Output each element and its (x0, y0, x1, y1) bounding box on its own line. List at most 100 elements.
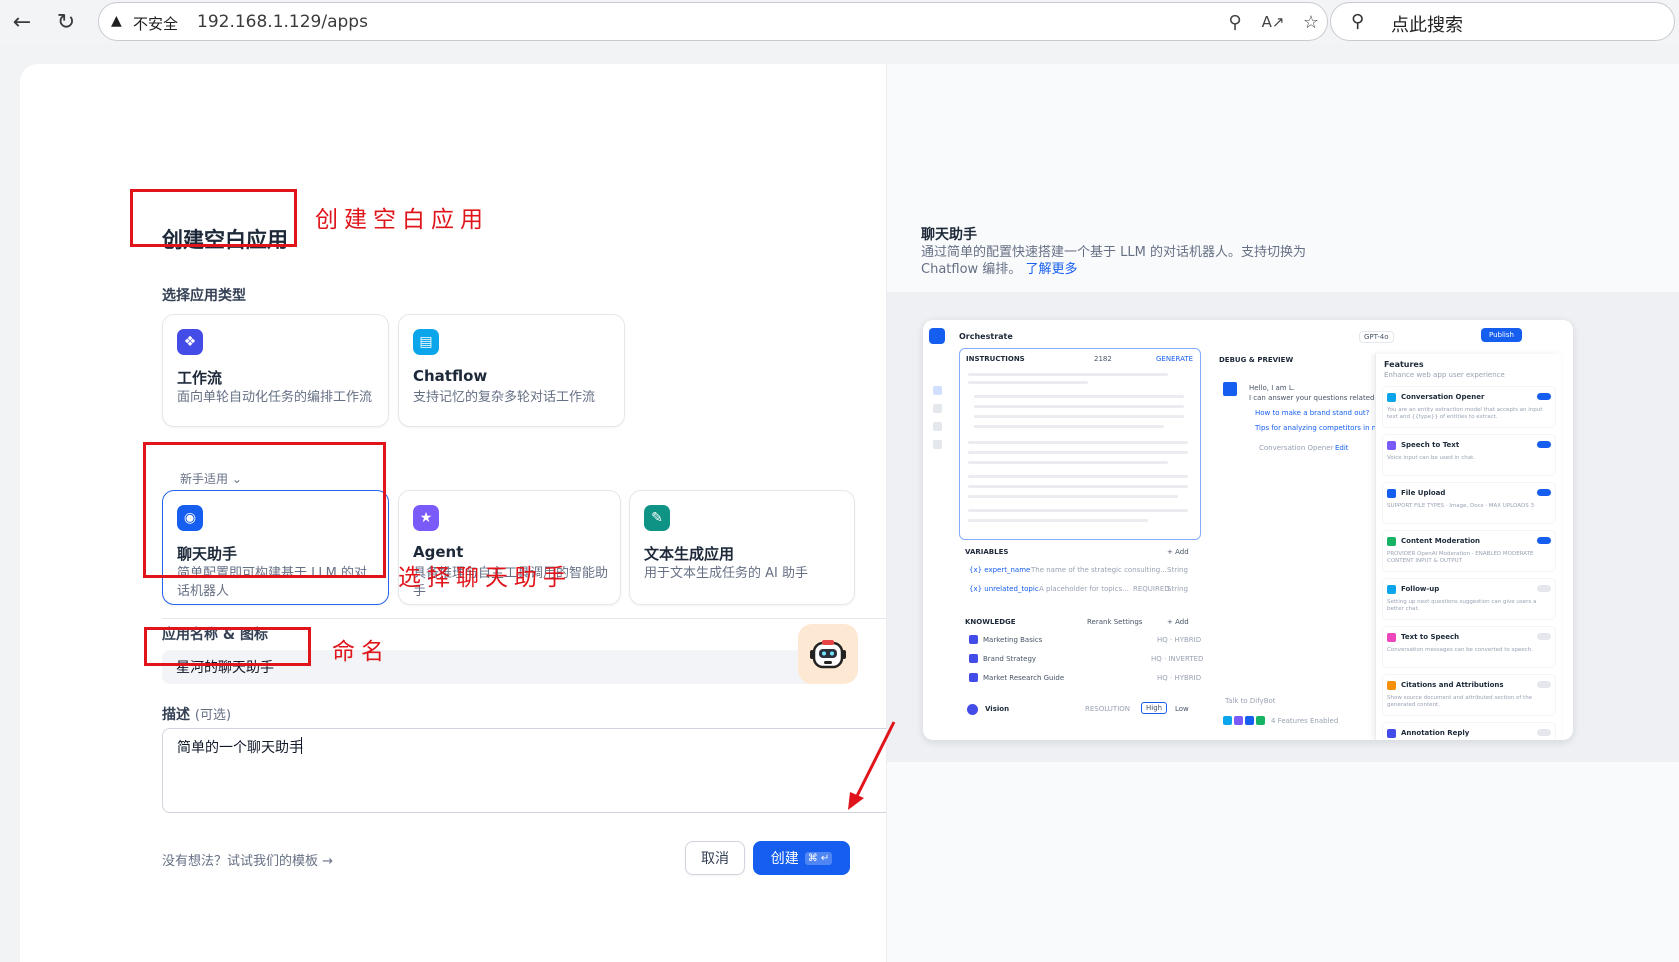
feature-chip-icon (1234, 716, 1243, 725)
workflow-icon: ❖ (177, 329, 203, 355)
text-line (968, 519, 1148, 522)
app-type-card-workflow[interactable]: ❖ 工作流 面向单轮自动化任务的编排工作流 (162, 314, 389, 427)
shot-add: + Add (1167, 618, 1189, 626)
url-text[interactable]: 192.168.1.129/apps (197, 12, 368, 32)
feature-desc: Show source document and attributed sect… (1387, 695, 1533, 708)
feature-row: Speech to Text Voice input can be used in… (1382, 434, 1556, 476)
create-shortcut: ⌘ ↵ (804, 851, 833, 865)
shot-features-sub: Enhance web app user experience (1384, 371, 1505, 379)
feature-name: Citations and Attributions (1401, 681, 1504, 689)
rail-icon (933, 422, 942, 431)
create-button[interactable]: 创建 ⌘ ↵ (753, 841, 850, 875)
template-link[interactable]: 没有想法？试试我们的模板 → (162, 850, 333, 869)
feature-desc: You are an entity extraction model that … (1387, 407, 1543, 420)
shot-kb-tag: HQ · HYBRID (1157, 674, 1202, 682)
feature-desc: PROVIDER OpenAI Moderation · ENABLED MOD… (1387, 551, 1534, 564)
shot-features-panel: Features Enhance web app user experience… (1375, 354, 1561, 740)
shot-suggest1: How to make a brand stand out? (1255, 409, 1370, 417)
reload-icon[interactable]: ↻ (50, 6, 82, 38)
address-bar[interactable]: ▲ 不安全 192.168.1.129/apps ⚲ A↗ ☆ (98, 2, 1328, 41)
text-line (968, 485, 1188, 488)
text-line (968, 495, 1178, 498)
feature-name: Follow-up (1401, 585, 1440, 593)
feature-icon (1387, 729, 1396, 738)
annotation-select-note: 选择聊天助手 (398, 565, 572, 591)
read-aloud-icon[interactable]: A↗ (1261, 10, 1285, 34)
app-type-label: 选择应用类型 (162, 288, 246, 304)
preview-description: 通过简单的配置快速搭建一个基于 LLM 的对话机器人。支持切换为 Chatflo… (921, 244, 1341, 278)
text-line (968, 441, 1188, 444)
shot-low: Low (1175, 705, 1189, 713)
shot-kb-tag: HQ · INVERTED (1151, 655, 1204, 663)
text-line (974, 405, 1184, 408)
search-placeholder: 点此搜索 (1391, 15, 1463, 36)
text-line (968, 509, 1188, 512)
feature-row: File Upload SUPPORT FILE TYPES · Image, D… (1382, 482, 1556, 524)
app-type-card-chatflow[interactable]: ▤ Chatflow 支持记忆的复杂多轮对话工作流 (398, 314, 625, 427)
shot-kb-tag: HQ · HYBRID (1157, 636, 1202, 644)
feature-row: Follow-up Setting up next questions sugge… (1382, 578, 1556, 620)
shot-token-count: 2182 (1094, 355, 1112, 363)
description-label-text: 描述 (162, 707, 190, 723)
shot-generate: GENERATE (1156, 355, 1194, 363)
optional-label: (可选) (194, 708, 232, 723)
feature-toggle (1537, 585, 1551, 592)
text-generation-icon: ✎ (644, 505, 670, 531)
text-line (968, 461, 1168, 464)
zoom-icon[interactable]: ⚲ (1223, 10, 1247, 34)
shot-features-enabled: 4 Features Enabled (1271, 717, 1339, 725)
shot-instructions-label: INSTRUCTIONS (966, 355, 1025, 363)
insecure-label[interactable]: 不安全 (133, 13, 178, 34)
text-caret (301, 737, 302, 754)
favorite-star-icon[interactable]: ☆ (1299, 10, 1323, 34)
back-icon[interactable]: ← (6, 6, 38, 38)
description-textarea[interactable]: 简单的一个聊天助手 (162, 728, 914, 813)
knowledge-icon (969, 673, 978, 682)
shot-features: Features (1384, 360, 1424, 369)
feature-row: Citations and Attributions Show source do… (1382, 674, 1556, 716)
feature-desc: SUPPORT FILE TYPES · Image, Docs · MAX U… (1387, 503, 1534, 509)
annotation-box-name (144, 627, 311, 666)
shot-publish: Publish (1481, 328, 1522, 342)
feature-icon (1387, 681, 1396, 690)
feature-icon (1387, 489, 1396, 498)
browser-search-box[interactable]: ⚲ 点此搜索 (1330, 2, 1675, 41)
feature-name: Annotation Reply (1401, 729, 1470, 737)
app-type-desc: 支持记忆的复杂多轮对话工作流 (413, 390, 596, 405)
cancel-button[interactable]: 取消 (685, 841, 745, 875)
feature-chip-icon (1256, 716, 1265, 725)
text-line (974, 415, 1184, 418)
create-label: 创建 (770, 851, 799, 867)
app-type-desc: 用于文本生成任务的 AI 助手 (644, 566, 808, 581)
vision-icon (967, 704, 978, 715)
text-line (974, 425, 1164, 428)
shot-add: + Add (1167, 548, 1189, 556)
annotation-box-chat-assistant (143, 442, 386, 578)
feature-chip-icon (1245, 716, 1254, 725)
shot-vision: Vision (985, 705, 1010, 713)
shot-variables: VARIABLES (965, 548, 1009, 556)
feature-name: Speech to Text (1401, 441, 1460, 449)
annotation-name-note: 命名 (332, 639, 390, 665)
description-value: 简单的一个聊天助手 (177, 740, 303, 756)
preview-desc-text: 通过简单的配置快速搭建一个基于 LLM 的对话机器人。支持切换为 Chatflo… (921, 245, 1306, 277)
app-avatar-icon[interactable] (798, 624, 858, 684)
text-line (974, 395, 1184, 398)
learn-more-link[interactable]: 了解更多 (1025, 262, 1077, 277)
app-type-card-text-generation[interactable]: ✎ 文本生成应用 用于文本生成任务的 AI 助手 (629, 490, 855, 605)
shot-rerank: Rerank Settings (1087, 618, 1143, 626)
feature-name: Text to Speech (1401, 633, 1460, 641)
feature-icon (1387, 585, 1396, 594)
bot-icon (929, 328, 945, 344)
shot-model: GPT-4o (1359, 331, 1394, 343)
shot-greeting: Hello, I am L. (1249, 384, 1295, 392)
shot-resolution: RESOLUTION (1085, 705, 1131, 713)
feature-toggle (1537, 681, 1551, 688)
feature-icon (1387, 633, 1396, 642)
shot-orchestrate: Orchestrate (959, 332, 1013, 341)
rail-icon (933, 404, 942, 413)
shot-required: REQUIRED (1133, 585, 1170, 593)
page-background: 创建空白应用 选择应用类型 ❖ 工作流 面向单轮自动化任务的编排工作流 ▤ Ch… (0, 44, 1679, 962)
rail-icon (933, 386, 942, 395)
feature-row: Conversation Opener You are an entity ext… (1382, 386, 1556, 428)
